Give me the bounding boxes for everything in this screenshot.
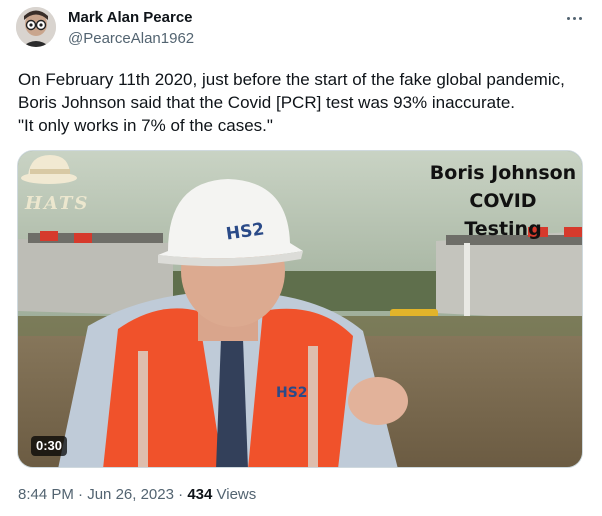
author-handle[interactable]: @PearceAlan1962 bbox=[68, 30, 194, 47]
avatar-image bbox=[16, 7, 56, 47]
meta-separator: · bbox=[178, 486, 184, 503]
tweet-date[interactable]: Jun 26, 2023 bbox=[87, 486, 174, 503]
views-count[interactable]: 434 bbox=[187, 486, 212, 503]
video-player[interactable]: HATS HS2 HS2 Boris Johnson COVID Testing… bbox=[17, 150, 583, 468]
tweet-text: On February 11th 2020, just before the s… bbox=[18, 68, 593, 137]
video-title-line: COVID Testing bbox=[464, 190, 542, 240]
hats-watermark: HATS bbox=[25, 193, 90, 214]
video-duration-badge: 0:30 bbox=[31, 436, 68, 456]
tweet: Mark Alan Pearce @PearceAlan1962 On Febr… bbox=[0, 0, 602, 516]
tweet-text-line: Boris Johnson said that the Covid [PCR] … bbox=[18, 93, 516, 112]
tweet-text-line: "It only works in 7% of the cases." bbox=[18, 116, 273, 135]
tweet-time[interactable]: 8:44 PM bbox=[18, 486, 74, 503]
video-title: Boris Johnson COVID Testing bbox=[428, 159, 578, 243]
views-label: Views bbox=[216, 486, 257, 503]
meta-separator: · bbox=[78, 486, 84, 503]
author-name[interactable]: Mark Alan Pearce bbox=[68, 9, 193, 26]
video-title-line: Boris Johnson bbox=[429, 162, 577, 184]
vest-logo: HS2 bbox=[276, 385, 308, 401]
tweet-meta: 8:44 PM · Jun 26, 2023 · 434 Views bbox=[18, 486, 256, 503]
more-horizontal-icon[interactable] bbox=[562, 8, 586, 28]
tweet-text-line: On February 11th 2020, just before the s… bbox=[18, 70, 565, 89]
avatar[interactable] bbox=[16, 7, 56, 47]
